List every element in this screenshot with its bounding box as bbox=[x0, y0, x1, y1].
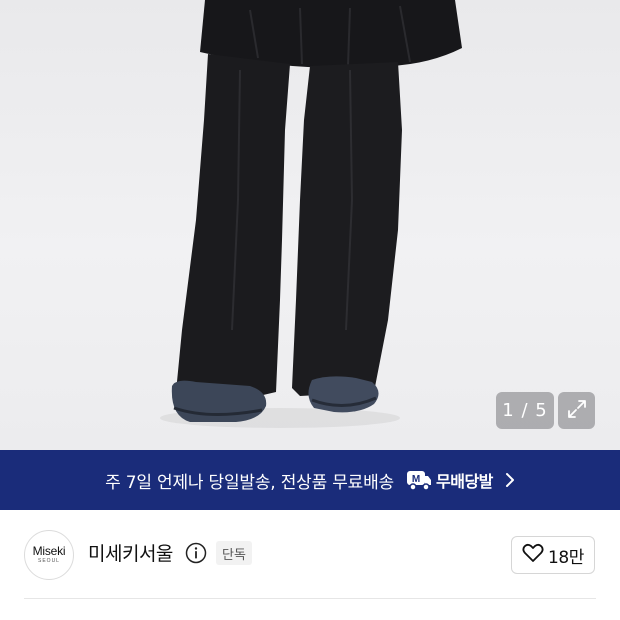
store-logo-text: Miseki bbox=[32, 544, 66, 558]
banner-text: 주 7일 언제나 당일발송, 전상품 무료배송 bbox=[105, 472, 394, 493]
heart-icon bbox=[522, 543, 544, 567]
like-count: 18만 bbox=[547, 547, 585, 568]
store-logo[interactable]: Miseki SEOUL bbox=[24, 530, 74, 580]
truck-icon-letter: M bbox=[412, 474, 420, 485]
banner-badge: M 무배당발 bbox=[406, 468, 493, 492]
product-image bbox=[160, 0, 462, 428]
expand-icon bbox=[566, 398, 588, 424]
like-button[interactable]: 18만 bbox=[511, 536, 595, 574]
banner-badge-label: 무배당발 bbox=[436, 472, 493, 491]
store-info-row: Miseki SEOUL 미세키서울 단독 18만 bbox=[0, 510, 620, 598]
store-name[interactable]: 미세키서울 bbox=[88, 539, 173, 566]
chevron-right-icon bbox=[505, 472, 515, 488]
store-logo-subtext: SEOUL bbox=[38, 558, 60, 564]
expand-image-button[interactable] bbox=[558, 392, 595, 429]
product-page: 1 / 5 주 7일 언제나 당일발송, 전상품 무료배송 M 무배당발 Mis… bbox=[0, 0, 620, 620]
info-icon[interactable] bbox=[185, 542, 207, 564]
shipping-banner[interactable]: 주 7일 언제나 당일발송, 전상품 무료배송 M 무배당발 bbox=[0, 450, 620, 510]
exclusive-tag: 단독 bbox=[216, 541, 252, 565]
product-image-gallery[interactable]: 1 / 5 bbox=[0, 0, 620, 450]
image-counter-badge: 1 / 5 bbox=[496, 392, 554, 429]
section-divider bbox=[24, 598, 596, 599]
truck-icon: M bbox=[406, 469, 432, 491]
